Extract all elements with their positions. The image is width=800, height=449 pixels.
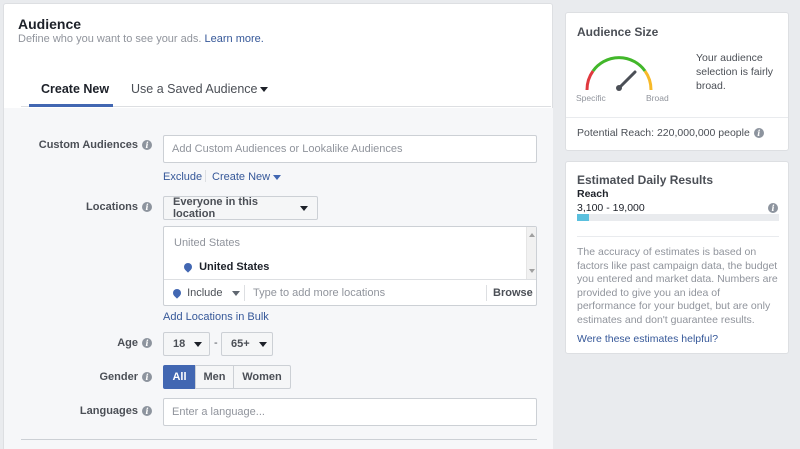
estimated-results-panel: Estimated Daily Results Reach 3,100 - 19… [565,161,789,354]
gender-label-text: Gender [99,371,138,383]
results-divider [577,236,779,237]
languages-placeholder: Enter a language... [172,406,265,418]
reach-value: 3,100 - 19,000 [577,202,645,214]
estimates-disclaimer: The accuracy of estimates is based on fa… [577,246,778,326]
tab-create-new-label: Create New [41,82,110,96]
gauge-broad-label: Broad [646,93,669,103]
location-type-value: Everyone in this location [173,196,258,220]
location-list: United States United States Include Type… [163,226,537,306]
location-type-dropdown[interactable]: Everyone in this location [163,196,318,220]
chevron-down-icon [258,341,267,347]
languages-label-text: Languages [79,405,138,417]
age-label: Age i [20,337,152,349]
tab-saved-audience[interactable]: Use a Saved Audience [131,82,269,96]
audience-tabs: Create New Use a Saved Audience [21,72,551,107]
location-pin-icon [171,287,183,299]
active-tab-indicator [29,104,113,107]
create-new-link[interactable]: Create New [212,171,282,183]
reach-label: Reach [577,188,609,200]
scroll-up-icon[interactable] [529,233,535,237]
chevron-down-icon [194,341,203,347]
link-divider [205,170,206,182]
gender-all-button[interactable]: All [163,365,196,389]
audience-size-panel: Audience Size Specific Broad Your audien… [565,12,789,151]
info-icon[interactable]: i [753,128,764,139]
locations-label: Locations i [20,201,152,213]
gauge-needle-icon [616,70,637,91]
age-separator: - [214,337,218,349]
browse-button[interactable]: Browse [493,287,533,299]
audience-gauge [585,56,653,91]
tab-saved-audience-label: Use a Saved Audience [131,82,258,96]
gender-women-button[interactable]: Women [233,365,291,389]
gender-men-button[interactable]: Men [195,365,234,389]
create-new-link-label: Create New [212,171,271,183]
location-item[interactable]: United States [182,261,270,273]
include-label: Include [187,287,223,299]
info-icon[interactable]: i [142,406,152,417]
audience-size-title: Audience Size [577,25,659,39]
gender-label: Gender i [20,371,152,383]
audience-size-divider [566,117,788,118]
estimated-results-title: Estimated Daily Results [577,173,714,187]
location-group-label: United States [174,237,241,249]
chevron-down-icon [260,87,269,93]
locations-label-text: Locations [86,201,138,213]
age-max-value: 65+ [231,338,250,350]
scroll-down-icon[interactable] [529,269,535,273]
exclude-link[interactable]: Exclude [163,171,202,183]
estimates-feedback-link[interactable]: Were these estimates helpful? [577,333,718,345]
include-dropdown[interactable]: Include [171,287,240,299]
languages-input[interactable]: Enter a language... [163,398,537,426]
location-search-input[interactable]: Type to add more locations [253,287,385,299]
gauge-specific-label: Specific [576,93,606,103]
custom-audiences-placeholder: Add Custom Audiences or Lookalike Audien… [172,143,403,155]
info-icon[interactable]: i [768,203,778,213]
gauge-orange-segment [643,70,653,91]
browse-divider [486,285,487,301]
reach-bar [577,214,779,221]
info-icon[interactable]: i [142,372,152,383]
audience-title: Audience [18,16,82,32]
age-min-value: 18 [173,338,186,350]
chevron-down-icon [231,290,240,296]
location-item-label: United States [199,261,270,273]
custom-audiences-input[interactable]: Add Custom Audiences or Lookalike Audien… [163,135,537,163]
potential-reach: Potential Reach: 220,000,000 people i [577,126,764,140]
location-scrollbar[interactable] [526,227,536,279]
potential-reach-text: Potential Reach: 220,000,000 people [577,127,750,139]
location-add-bar: Include Type to add more locations Brows… [164,279,536,305]
chevron-down-icon [273,174,282,180]
age-label-text: Age [117,337,138,349]
audience-description-text: Define who you want to see your ads. [18,33,202,45]
learn-more-link[interactable]: Learn more. [205,33,264,45]
custom-audiences-label: Custom Audiences i [20,139,152,151]
add-locations-bulk-link[interactable]: Add Locations in Bulk [163,311,269,323]
age-min-dropdown[interactable]: 18 [163,332,210,356]
gauge-red-segment [585,70,595,91]
age-max-dropdown[interactable]: 65+ [221,332,273,356]
location-pin-icon [182,261,194,273]
include-divider [244,285,245,301]
tab-create-new[interactable]: Create New [41,82,109,96]
audience-description: Define who you want to see your ads. Lea… [18,33,264,45]
custom-audiences-label-text: Custom Audiences [38,139,138,151]
info-icon[interactable]: i [142,338,152,349]
reach-bar-fill [577,214,590,221]
info-icon[interactable]: i [142,140,152,151]
form-bottom-divider [21,439,537,440]
audience-size-description: Your audience selection is fairly broad. [696,52,774,92]
chevron-down-icon [300,205,308,211]
languages-label: Languages i [20,405,152,417]
gauge-green-segment [591,56,647,72]
info-icon[interactable]: i [142,202,152,213]
